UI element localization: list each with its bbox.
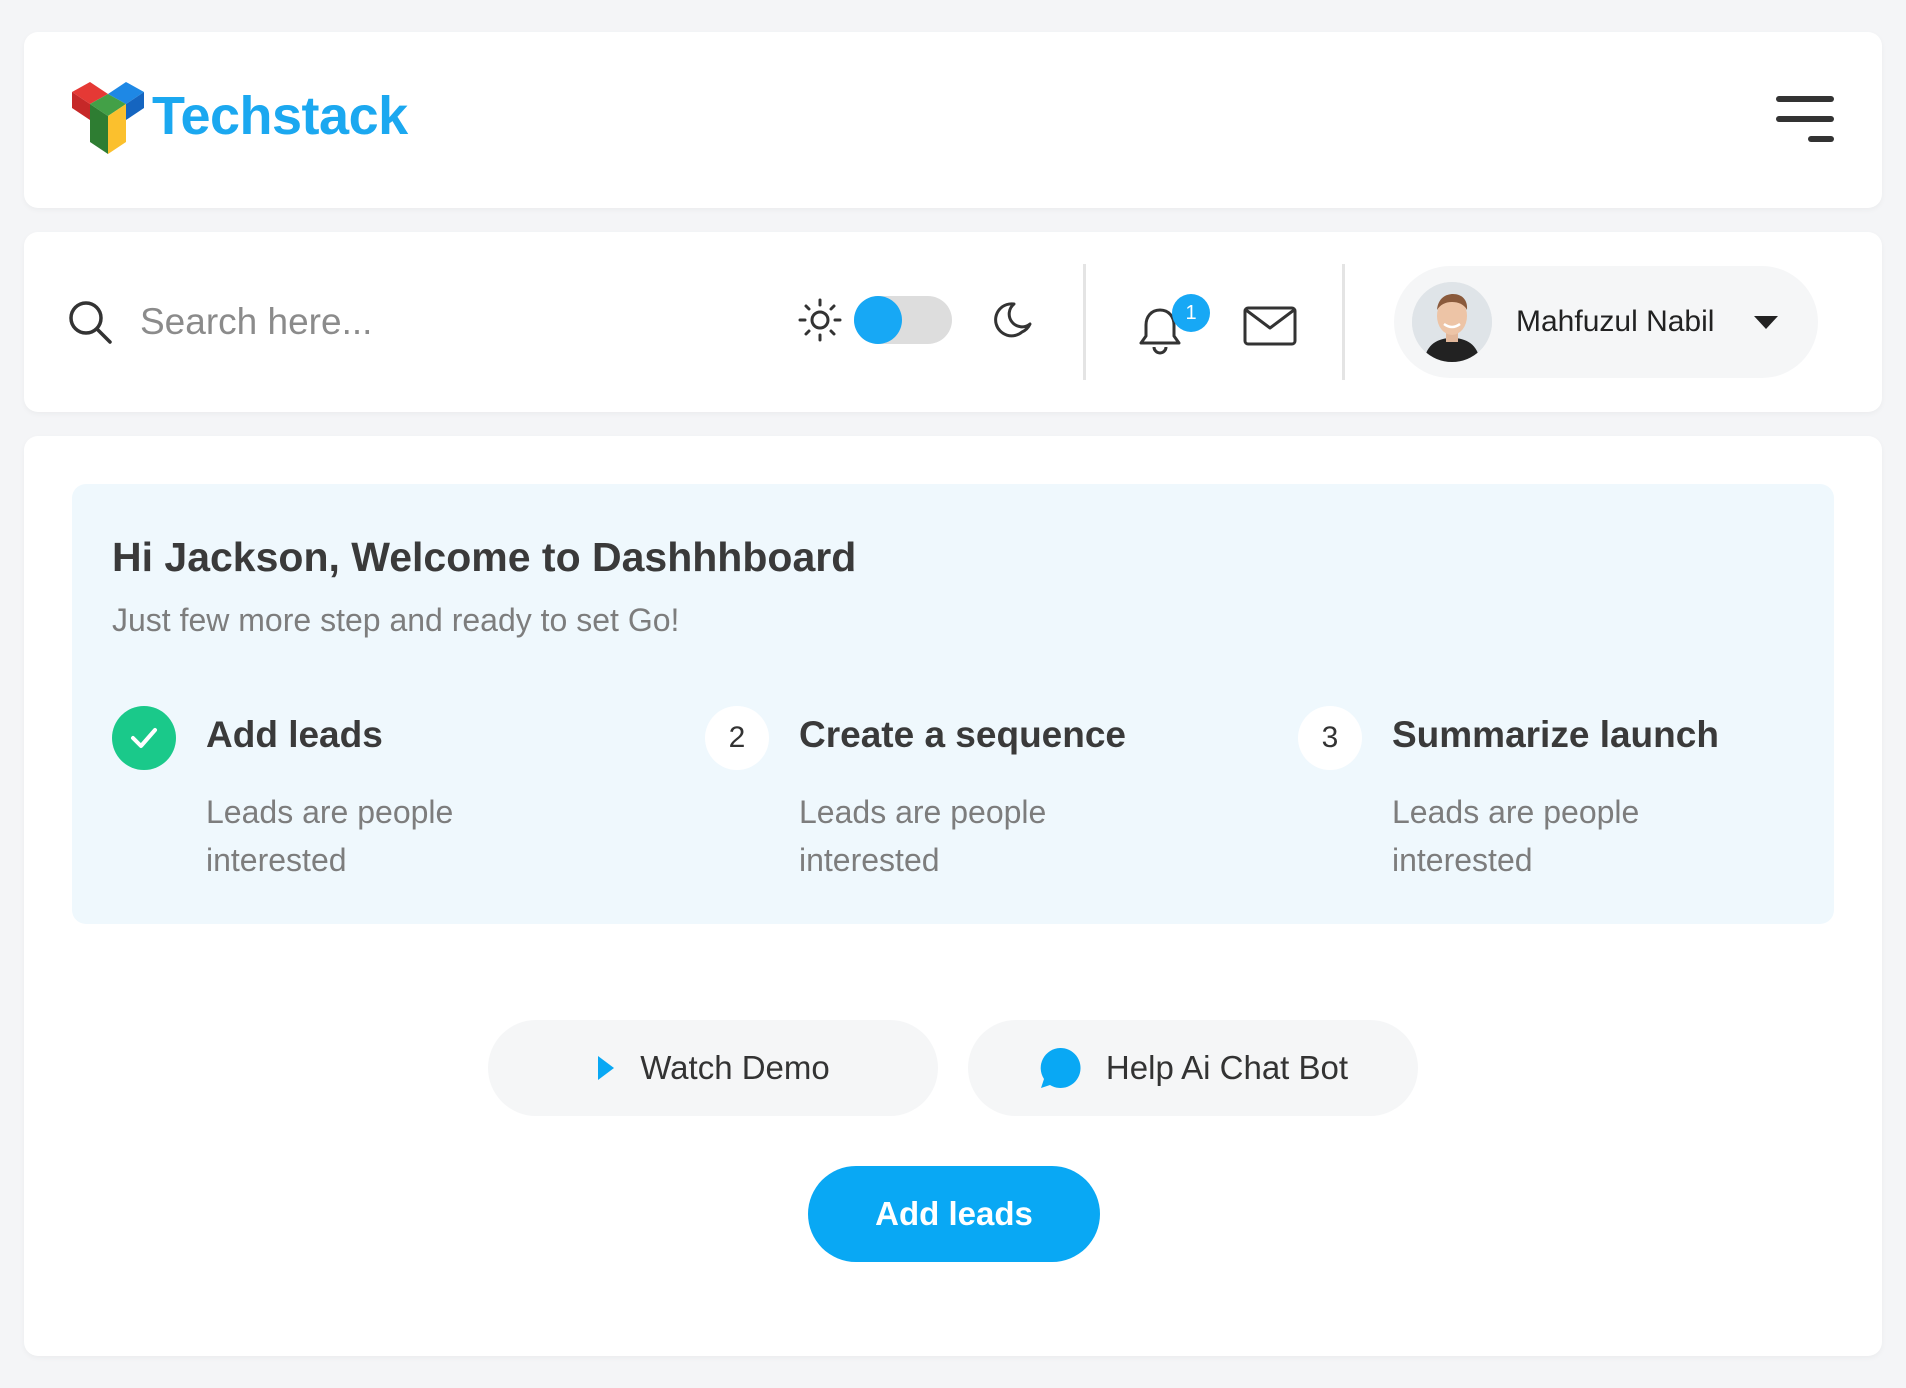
menu-line: [1776, 116, 1834, 122]
logo-icon: [72, 82, 144, 154]
sun-icon[interactable]: [798, 298, 842, 342]
add-leads-button[interactable]: Add leads: [808, 1166, 1100, 1262]
divider: [1342, 264, 1345, 380]
search-input[interactable]: [140, 301, 560, 343]
step-description: Leads are people interested: [206, 794, 454, 878]
toolbar: 1 Mahfuzul Nabil: [24, 232, 1882, 412]
notification-badge: 1: [1172, 294, 1210, 332]
avatar: [1412, 282, 1492, 362]
step-number: 2: [705, 706, 769, 770]
step-title: Create a sequence: [799, 714, 1127, 755]
chat-bot-label: Help Ai Chat Bot: [1105, 1049, 1349, 1086]
brand-name: Techstack: [152, 86, 408, 146]
step-description: Leads are people interested: [799, 794, 1047, 878]
mail-icon[interactable]: [1242, 304, 1298, 348]
checkmark-icon: [131, 728, 157, 748]
welcome-title: Hi Jackson, Welcome to Dashhhboard: [112, 534, 857, 580]
step-title: Add leads: [206, 714, 383, 755]
search-bar: [66, 298, 560, 346]
step-description: Leads are people interested: [1392, 794, 1640, 878]
toggle-knob: [854, 296, 902, 344]
user-menu[interactable]: Mahfuzul Nabil: [1394, 266, 1818, 378]
user-name: Mahfuzul Nabil: [1516, 305, 1715, 338]
step-number: 3: [1298, 706, 1362, 770]
play-icon: [598, 1056, 615, 1080]
step-status: [112, 706, 176, 770]
watch-demo-button[interactable]: Watch Demo: [488, 1020, 938, 1116]
menu-line: [1776, 96, 1834, 102]
watch-demo-label: Watch Demo: [640, 1049, 830, 1086]
divider: [1083, 264, 1086, 380]
menu-icon[interactable]: [1776, 96, 1834, 144]
theme-toggle[interactable]: [854, 296, 952, 344]
brand-logo[interactable]: Techstack: [68, 76, 408, 156]
chevron-down-icon: [1754, 315, 1779, 329]
top-bar: Techstack: [24, 32, 1882, 208]
main-content: Hi Jackson, Welcome to Dashhhboard Just …: [24, 436, 1882, 1356]
search-icon: [69, 301, 112, 344]
moon-icon[interactable]: [992, 298, 1036, 342]
theme-switcher: [798, 296, 1036, 344]
chat-bot-button[interactable]: Help Ai Chat Bot: [968, 1020, 1418, 1116]
step-title: Summarize launch: [1392, 714, 1719, 755]
welcome-panel: Hi Jackson, Welcome to Dashhhboard Just …: [72, 484, 1834, 924]
chat-bubble-icon: [1040, 1047, 1081, 1088]
menu-line: [1808, 136, 1834, 142]
notifications-button[interactable]: 1: [1134, 294, 1210, 356]
welcome-subtitle: Just few more step and ready to set Go!: [112, 602, 680, 638]
